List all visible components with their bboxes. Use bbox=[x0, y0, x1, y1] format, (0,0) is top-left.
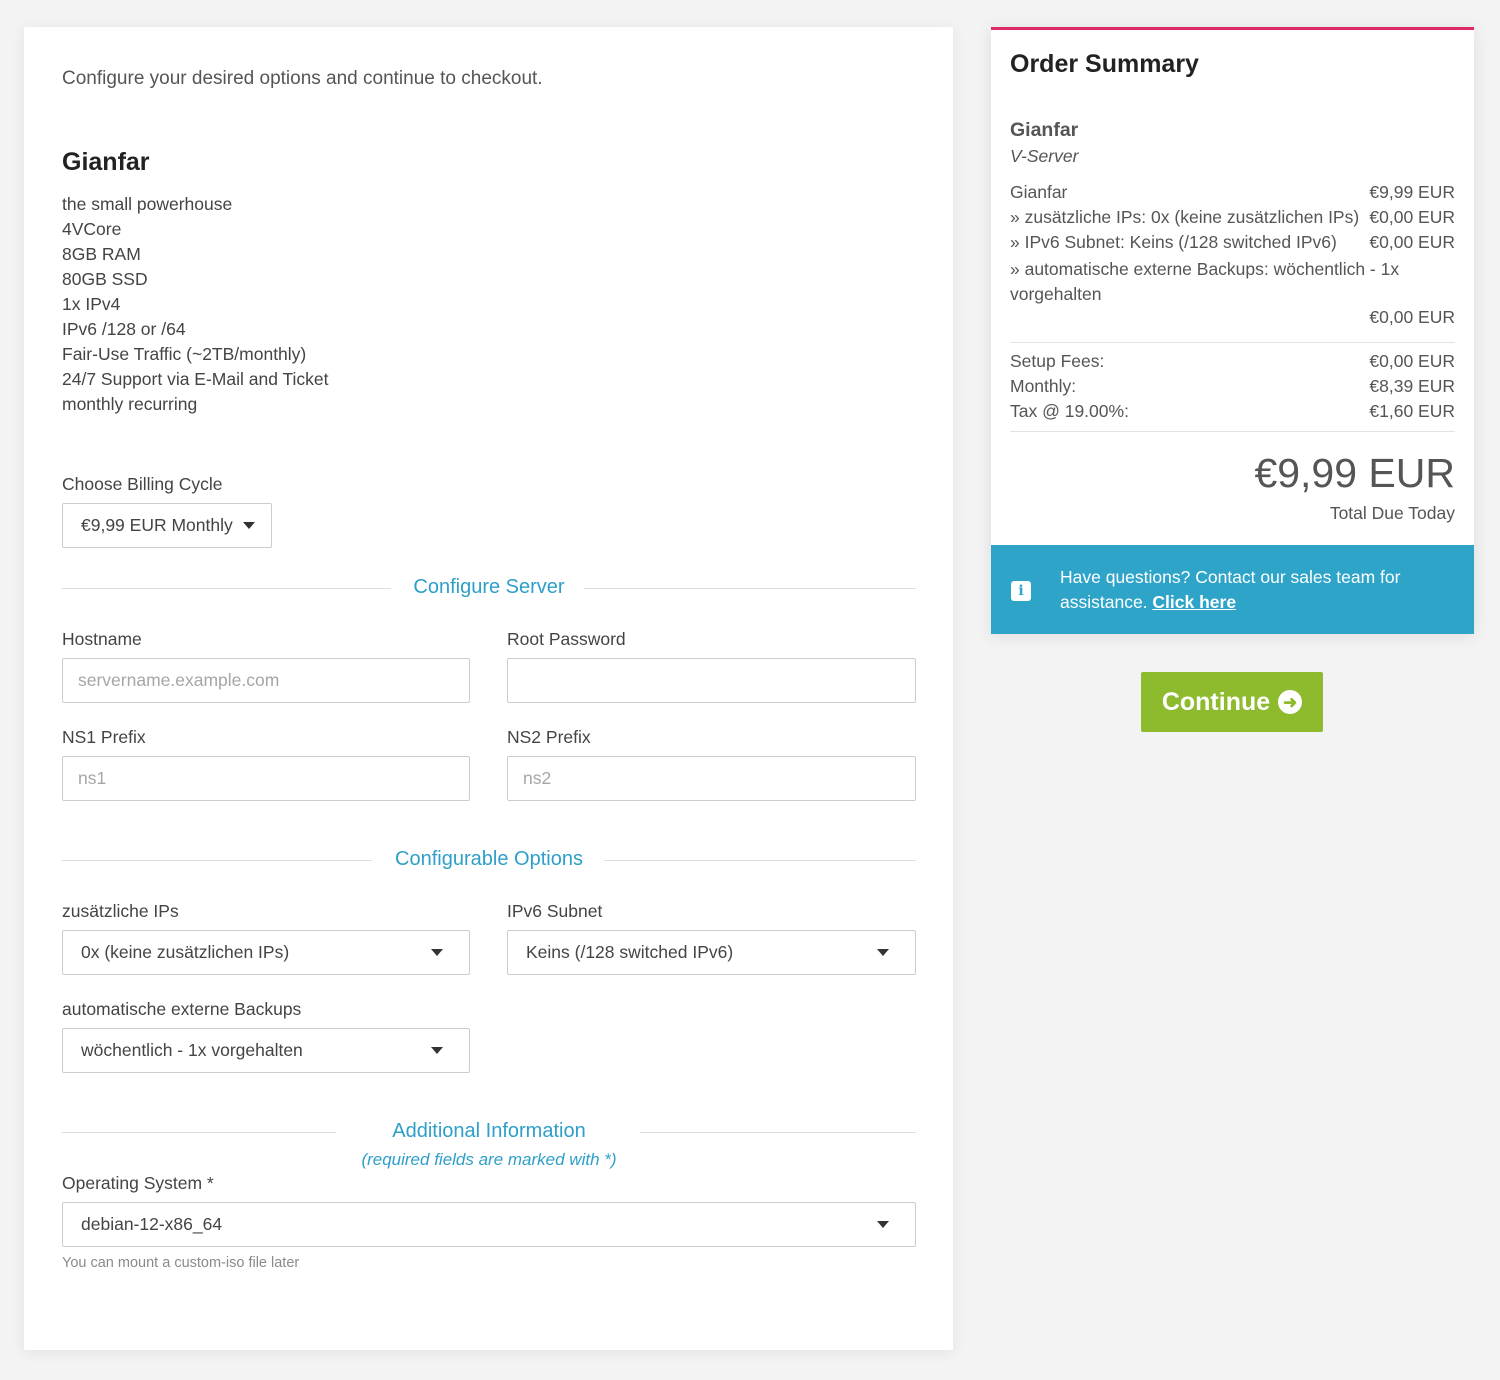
order-summary: Order Summary Gianfar V-Server Gianfar €… bbox=[991, 27, 1474, 634]
ns2-prefix-label: NS2 Prefix bbox=[507, 727, 591, 747]
fee-label: Monthly: bbox=[1010, 376, 1077, 396]
product-description-line: IPv6 /128 or /64 bbox=[62, 319, 186, 339]
summary-divider bbox=[1010, 342, 1455, 343]
billing-cycle-select[interactable]: €9,99 EUR Monthly bbox=[62, 503, 272, 548]
root-password-label: Root Password bbox=[507, 629, 626, 649]
summary-divider bbox=[1010, 431, 1455, 432]
order-summary-title: Order Summary bbox=[1010, 50, 1199, 78]
summary-line-item: » IPv6 Subnet: Keins (/128 switched IPv6… bbox=[1010, 232, 1455, 257]
arrow-circle-right-icon: ➜ bbox=[1278, 690, 1303, 714]
fee-amount: €1,60 EUR bbox=[1369, 401, 1455, 421]
required-fields-note: (required fields are marked with *) bbox=[361, 1150, 617, 1169]
total-due-amount: €9,99 EUR bbox=[1254, 450, 1455, 496]
fee-amount: €8,39 EUR bbox=[1369, 376, 1455, 396]
fee-label: Tax @ 19.00%: bbox=[1010, 401, 1129, 421]
caret-down-icon bbox=[242, 522, 255, 529]
configure-server-heading: Configure Server bbox=[62, 576, 916, 600]
product-description-line: Fair-Use Traffic (~2TB/monthly) bbox=[62, 344, 307, 364]
continue-button-label: Continue bbox=[1161, 687, 1271, 716]
caret-down-icon bbox=[431, 1047, 443, 1054]
setup-fees-row: Setup Fees: €0,00 EUR bbox=[1010, 351, 1455, 376]
hostname-label: Hostname bbox=[62, 629, 142, 649]
operating-system-value: debian-12-x86_64 bbox=[81, 1214, 223, 1234]
additional-information-heading: Additional Information bbox=[62, 1120, 916, 1144]
contact-sales-link[interactable]: Click here bbox=[1152, 592, 1236, 612]
product-description-line: monthly recurring bbox=[62, 394, 198, 414]
configurable-options-heading-text: Configurable Options bbox=[395, 848, 583, 870]
configure-server-heading-text: Configure Server bbox=[413, 576, 565, 598]
product-description: the small powerhouse 4VCore 8GB RAM 80GB… bbox=[62, 192, 329, 417]
line-item-amount: €0,00 EUR bbox=[1369, 232, 1455, 252]
operating-system-help: You can mount a custom-iso file later bbox=[62, 1255, 300, 1271]
total-due-label: Total Due Today bbox=[1329, 503, 1455, 523]
summary-line-item: Gianfar €9,99 EUR bbox=[1010, 182, 1455, 207]
root-password-input[interactable] bbox=[507, 658, 916, 703]
product-description-line: 24/7 Support via E-Mail and Ticket bbox=[62, 369, 329, 389]
hostname-input[interactable] bbox=[62, 658, 470, 703]
product-description-line: 80GB SSD bbox=[62, 269, 148, 289]
extra-ips-value: 0x (keine zusätzlichen IPs) bbox=[81, 942, 290, 962]
ipv6-subnet-label: IPv6 Subnet bbox=[507, 901, 603, 921]
ns2-prefix-input[interactable] bbox=[507, 756, 916, 801]
caret-down-icon bbox=[877, 949, 889, 956]
line-item-label: Gianfar bbox=[1010, 182, 1068, 202]
fee-label: Setup Fees: bbox=[1010, 351, 1105, 371]
extra-ips-select[interactable]: 0x (keine zusätzlichen IPs) bbox=[62, 930, 470, 975]
info-icon: i bbox=[1011, 581, 1031, 601]
product-name: Gianfar bbox=[62, 148, 150, 176]
backups-label: automatische externe Backups bbox=[62, 999, 302, 1019]
fee-amount: €0,00 EUR bbox=[1369, 351, 1455, 371]
intro-text: Configure your desired options and conti… bbox=[62, 68, 543, 89]
product-description-line: 8GB RAM bbox=[62, 244, 141, 264]
sales-info-text: Have questions? Contact our sales team f… bbox=[1060, 565, 1440, 615]
operating-system-label: Operating System * bbox=[62, 1173, 214, 1193]
additional-information-heading-text: Additional Information bbox=[392, 1120, 586, 1142]
ns1-prefix-input[interactable] bbox=[62, 756, 470, 801]
configurable-options-heading: Configurable Options bbox=[62, 848, 916, 872]
product-description-line: 4VCore bbox=[62, 219, 122, 239]
tax-row: Tax @ 19.00%: €1,60 EUR bbox=[1010, 401, 1455, 426]
continue-button[interactable]: Continue ➜ bbox=[1141, 672, 1323, 732]
line-item-amount: €9,99 EUR bbox=[1369, 182, 1455, 202]
billing-cycle-value: €9,99 EUR Monthly bbox=[81, 515, 233, 535]
operating-system-select[interactable]: debian-12-x86_64 bbox=[62, 1202, 916, 1247]
product-config-panel: Configure your desired options and conti… bbox=[24, 27, 953, 1350]
backups-select[interactable]: wöchentlich - 1x vorgehalten bbox=[62, 1028, 470, 1073]
sales-info-box: i Have questions? Contact our sales team… bbox=[991, 545, 1474, 634]
caret-down-icon bbox=[877, 1221, 889, 1228]
ipv6-subnet-select[interactable]: Keins (/128 switched IPv6) bbox=[507, 930, 916, 975]
monthly-row: Monthly: €8,39 EUR bbox=[1010, 376, 1455, 401]
ipv6-subnet-value: Keins (/128 switched IPv6) bbox=[526, 942, 734, 962]
product-description-line: 1x IPv4 bbox=[62, 294, 121, 314]
summary-product-name: Gianfar bbox=[1010, 119, 1079, 141]
extra-ips-label: zusätzliche IPs bbox=[62, 901, 179, 921]
summary-line-item: €0,00 EUR bbox=[1010, 307, 1455, 332]
backups-value: wöchentlich - 1x vorgehalten bbox=[81, 1040, 303, 1060]
line-item-amount: €0,00 EUR bbox=[1369, 207, 1455, 227]
billing-cycle-label: Choose Billing Cycle bbox=[62, 474, 223, 494]
caret-down-icon bbox=[431, 949, 443, 956]
line-item-label: » IPv6 Subnet: Keins (/128 switched IPv6… bbox=[1010, 232, 1337, 252]
line-item-label: » zusätzliche IPs: 0x (keine zusätzliche… bbox=[1010, 207, 1360, 227]
backup-line-item-label: » automatische externe Backups: wöchentl… bbox=[1010, 259, 1400, 304]
backup-line-item-amount: €0,00 EUR bbox=[1369, 307, 1455, 327]
summary-line-item: » zusätzliche IPs: 0x (keine zusätzliche… bbox=[1010, 207, 1455, 232]
product-description-line: the small powerhouse bbox=[62, 194, 233, 214]
ns1-prefix-label: NS1 Prefix bbox=[62, 727, 146, 747]
summary-product-group: V-Server bbox=[1010, 146, 1079, 166]
